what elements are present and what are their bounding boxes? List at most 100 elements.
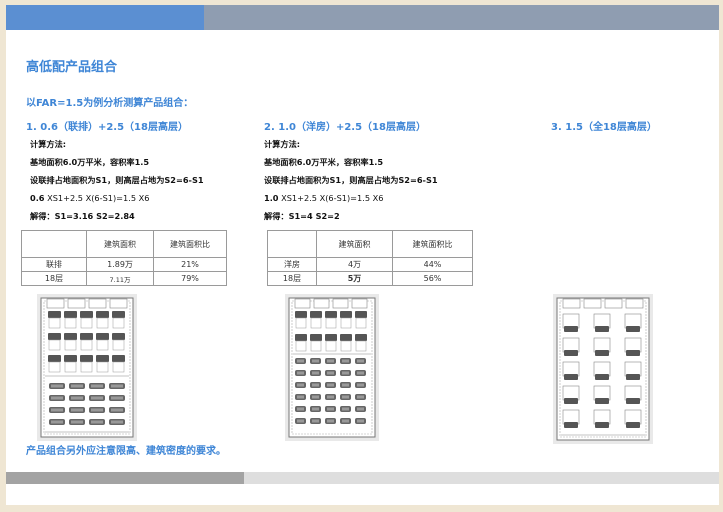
building-detail	[51, 384, 63, 388]
building-detail	[357, 419, 364, 423]
townhouse-yard	[325, 340, 337, 352]
table-cell: 4万	[316, 257, 393, 272]
townhouse-yard	[310, 340, 322, 352]
table-cell: 联排	[21, 257, 87, 272]
table-header-cell	[21, 230, 87, 258]
tower-block	[564, 398, 578, 404]
building-detail	[51, 408, 63, 412]
tower-yard	[593, 361, 611, 377]
building-detail	[312, 419, 319, 423]
townhouse-yard	[96, 339, 109, 351]
tower-block	[595, 326, 609, 332]
townhouse-yard	[48, 339, 61, 351]
tower-yard	[624, 361, 642, 377]
building-detail	[327, 383, 334, 387]
townhouse-block	[80, 333, 93, 340]
tower-block	[595, 398, 609, 404]
townhouse-yard	[355, 340, 367, 352]
tower-block	[626, 374, 640, 380]
townhouse-block	[96, 333, 109, 340]
building-detail	[297, 383, 304, 387]
building-detail	[51, 396, 63, 400]
table-cell: 56%	[392, 271, 473, 286]
building-detail	[91, 396, 103, 400]
footnote: 产品组合另外应注意限高、建筑密度的要求。	[26, 446, 226, 457]
building-detail	[111, 420, 123, 424]
table-header-cell: 建筑面积	[86, 230, 154, 258]
townhouse-yard	[112, 361, 125, 373]
townhouse-block	[64, 333, 77, 340]
table-row: 18层 7.11万 79%	[21, 271, 227, 286]
table-cell: 5万	[316, 271, 393, 286]
entry-block	[294, 298, 311, 309]
option-1-heading: 1. 0.6（联排）+2.5（18层高层）	[26, 122, 188, 133]
calc-formula: 1.0 XS1+2.5 X(6-S1)=1.5 X6	[264, 189, 438, 207]
building-detail	[71, 396, 83, 400]
option-1-site-plan	[37, 294, 137, 441]
building-detail	[91, 420, 103, 424]
townhouse-block	[48, 311, 61, 318]
building-detail	[327, 419, 334, 423]
townhouse-yard	[80, 339, 93, 351]
tower-block	[564, 374, 578, 380]
calc-solution: 解得：S1=4 S2=2	[264, 211, 340, 221]
building-detail	[327, 359, 334, 363]
townhouse-block	[112, 355, 125, 362]
townhouse-block	[355, 334, 367, 341]
entry-block	[562, 298, 581, 309]
building-detail	[327, 371, 334, 375]
option-2-calculation: 计算方法: 基地面积6.0万平米，容积率1.5 设联排占地面积为S1，则高层占地…	[264, 135, 438, 225]
building-detail	[297, 407, 304, 411]
table-header-cell: 建筑面积	[316, 230, 393, 258]
building-detail	[357, 383, 364, 387]
slide: 高低配产品组合 以FAR=1.5为例分析测算产品组合： 1. 0.6（联排）+2…	[6, 5, 719, 505]
entry-block	[332, 298, 349, 309]
tower-yard	[624, 313, 642, 329]
table-cell: 洋房	[267, 257, 317, 272]
building-detail	[111, 408, 123, 412]
townhouse-block	[310, 334, 322, 341]
townhouse-block	[64, 355, 77, 362]
tower-block	[626, 422, 640, 428]
building-detail	[342, 359, 349, 363]
calc-formula: 0.6 XS1+2.5 X(6-S1)=1.5 X6	[30, 189, 204, 207]
townhouse-yard	[48, 317, 61, 329]
entry-block	[313, 298, 330, 309]
townhouse-block	[295, 311, 307, 318]
formula-rest: XS1+2.5 X(6-S1)=1.5 X6	[278, 193, 384, 203]
building-detail	[327, 407, 334, 411]
townhouse-yard	[64, 317, 77, 329]
townhouse-block	[48, 333, 61, 340]
entry-block	[604, 298, 623, 309]
option-3-site-plan	[553, 294, 653, 444]
townhouse-block	[112, 333, 125, 340]
townhouse-block	[96, 311, 109, 318]
building-detail	[297, 371, 304, 375]
top-header-bar	[204, 5, 719, 30]
tower-yard	[593, 313, 611, 329]
page-title: 高低配产品组合	[26, 60, 118, 75]
building-detail	[342, 371, 349, 375]
table-header-cell: 建筑面积比	[153, 230, 227, 258]
top-accent-bar	[6, 5, 204, 30]
calc-label: 计算方法:	[264, 139, 301, 149]
formula-coefficient: 1.0	[264, 193, 279, 203]
tower-yard	[562, 337, 580, 353]
townhouse-block	[295, 334, 307, 341]
tower-block	[626, 398, 640, 404]
table-cell: 18层	[267, 271, 317, 286]
building-detail	[297, 359, 304, 363]
entry-block	[625, 298, 644, 309]
option-2-table: 建筑面积 建筑面积比 洋房 4万 44% 18层 5万 56%	[267, 230, 473, 286]
calc-solution: 解得：S1=3.16 S2=2.84	[30, 211, 135, 221]
tower-yard	[624, 337, 642, 353]
townhouse-block	[48, 355, 61, 362]
option-2-site-plan	[285, 294, 379, 441]
building-detail	[91, 408, 103, 412]
tower-block	[595, 350, 609, 356]
page-subtitle: 以FAR=1.5为例分析测算产品组合：	[26, 98, 194, 109]
table-cell: 21%	[153, 257, 227, 272]
townhouse-yard	[80, 361, 93, 373]
townhouse-yard	[355, 317, 367, 329]
table-cell: 79%	[153, 271, 227, 286]
